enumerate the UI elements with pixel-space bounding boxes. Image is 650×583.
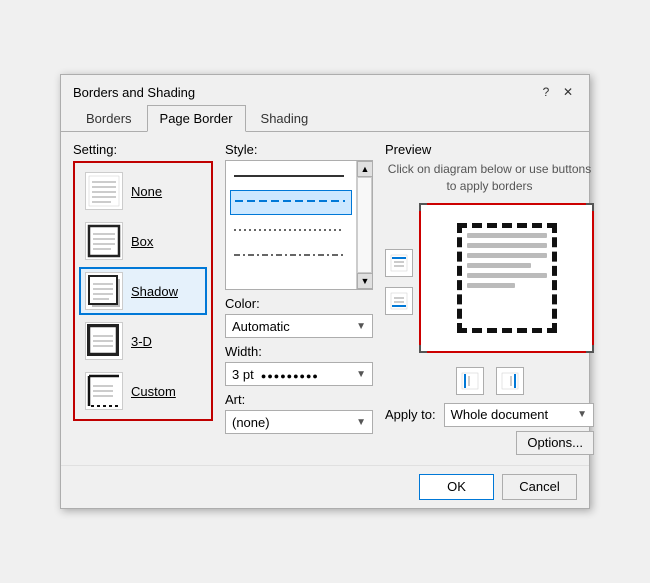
style-scrollbar[interactable]: ▲ ▼ bbox=[356, 161, 372, 289]
preview-description: Click on diagram below or use buttons to… bbox=[385, 161, 594, 195]
custom-icon bbox=[85, 372, 123, 410]
3d-icon-svg bbox=[87, 324, 121, 358]
color-dropdown-arrow: ▼ bbox=[356, 321, 366, 332]
style-list[interactable]: ▲ ▼ bbox=[225, 160, 373, 290]
art-label: Art: bbox=[225, 392, 373, 407]
width-value: 3 pt ●●●●●●●●● bbox=[232, 367, 319, 382]
tab-shading[interactable]: Shading bbox=[248, 105, 322, 132]
width-dropdown[interactable]: 3 pt ●●●●●●●●● ▼ bbox=[225, 362, 373, 386]
art-value: (none) bbox=[232, 415, 270, 430]
preview-label: Preview bbox=[385, 142, 594, 157]
preview-left-buttons bbox=[385, 249, 413, 315]
corner-tl bbox=[419, 203, 427, 211]
none-icon bbox=[85, 172, 123, 210]
setting-box: None Box bbox=[73, 161, 213, 421]
corner-br bbox=[586, 345, 594, 353]
color-dropdown[interactable]: Automatic ▼ bbox=[225, 314, 373, 338]
box-icon bbox=[85, 222, 123, 260]
color-value: Automatic bbox=[232, 319, 290, 334]
custom-icon-svg bbox=[87, 374, 121, 408]
preview-inner-doc bbox=[457, 223, 557, 333]
scroll-down-btn[interactable]: ▼ bbox=[357, 273, 373, 289]
bottom-border-btn[interactable] bbox=[385, 287, 413, 315]
help-button[interactable]: ? bbox=[537, 83, 555, 101]
dialog-title: Borders and Shading bbox=[73, 85, 195, 100]
apply-row: Apply to: Whole document ▼ bbox=[385, 403, 594, 427]
style-label: Style: bbox=[225, 142, 373, 157]
style-line-dash-dot[interactable] bbox=[230, 244, 352, 265]
setting-none[interactable]: None bbox=[79, 167, 207, 215]
3d-label: 3-D bbox=[131, 334, 152, 349]
box-icon-svg bbox=[87, 224, 121, 258]
color-label: Color: bbox=[225, 296, 373, 311]
title-bar: Borders and Shading ? ✕ bbox=[61, 75, 589, 105]
preview-box[interactable] bbox=[419, 203, 594, 353]
shadow-icon-svg bbox=[87, 274, 121, 308]
apply-dropdown-arrow: ▼ bbox=[577, 409, 587, 420]
apply-to-label: Apply to: bbox=[385, 407, 436, 422]
corner-tr bbox=[586, 203, 594, 211]
none-label: None bbox=[131, 184, 162, 199]
ok-button[interactable]: OK bbox=[419, 474, 494, 500]
corner-bl bbox=[419, 345, 427, 353]
art-dropdown-arrow: ▼ bbox=[356, 417, 366, 428]
style-line-dotted[interactable] bbox=[230, 219, 352, 240]
setting-shadow[interactable]: Shadow bbox=[79, 267, 207, 315]
borders-shading-dialog: Borders and Shading ? ✕ Borders Page Bor… bbox=[60, 74, 590, 509]
preview-container bbox=[385, 203, 594, 361]
shadow-icon bbox=[85, 272, 123, 310]
setting-label: Setting: bbox=[73, 142, 213, 157]
top-border-btn[interactable] bbox=[385, 249, 413, 277]
tab-bar: Borders Page Border Shading bbox=[61, 105, 589, 132]
cancel-button[interactable]: Cancel bbox=[502, 474, 577, 500]
tab-borders[interactable]: Borders bbox=[73, 105, 145, 132]
setting-3d[interactable]: 3-D bbox=[79, 317, 207, 365]
scroll-up-btn[interactable]: ▲ bbox=[357, 161, 373, 177]
left-border-btn[interactable] bbox=[456, 367, 484, 395]
style-list-inner bbox=[226, 161, 356, 269]
right-panel: Preview Click on diagram below or use bu… bbox=[385, 142, 594, 455]
tab-page-border[interactable]: Page Border bbox=[147, 105, 246, 132]
none-icon-svg bbox=[87, 174, 121, 208]
apply-to-dropdown[interactable]: Whole document ▼ bbox=[444, 403, 594, 427]
main-content: Setting: None bbox=[61, 132, 589, 465]
right-border-btn[interactable] bbox=[496, 367, 524, 395]
apply-to-value: Whole document bbox=[451, 407, 549, 422]
setting-panel: Setting: None bbox=[73, 142, 213, 455]
dialog-footer: OK Cancel bbox=[61, 465, 589, 508]
3d-icon bbox=[85, 322, 123, 360]
setting-box[interactable]: Box bbox=[79, 217, 207, 265]
scroll-track[interactable] bbox=[357, 177, 372, 273]
width-label: Width: bbox=[225, 344, 373, 359]
width-dropdown-arrow: ▼ bbox=[356, 369, 366, 380]
setting-custom[interactable]: Custom bbox=[79, 367, 207, 415]
custom-label: Custom bbox=[131, 384, 176, 399]
style-line-dashed-selected[interactable] bbox=[230, 190, 352, 215]
title-controls: ? ✕ bbox=[537, 83, 577, 101]
style-line-solid[interactable] bbox=[230, 165, 352, 186]
art-dropdown[interactable]: (none) ▼ bbox=[225, 410, 373, 434]
dotted-border bbox=[457, 223, 557, 333]
middle-panel: Style: bbox=[225, 142, 373, 455]
preview-bottom-buttons bbox=[385, 367, 594, 395]
shadow-label: Shadow bbox=[131, 284, 178, 299]
box-label: Box bbox=[131, 234, 153, 249]
options-button[interactable]: Options... bbox=[516, 431, 594, 455]
close-button[interactable]: ✕ bbox=[559, 83, 577, 101]
